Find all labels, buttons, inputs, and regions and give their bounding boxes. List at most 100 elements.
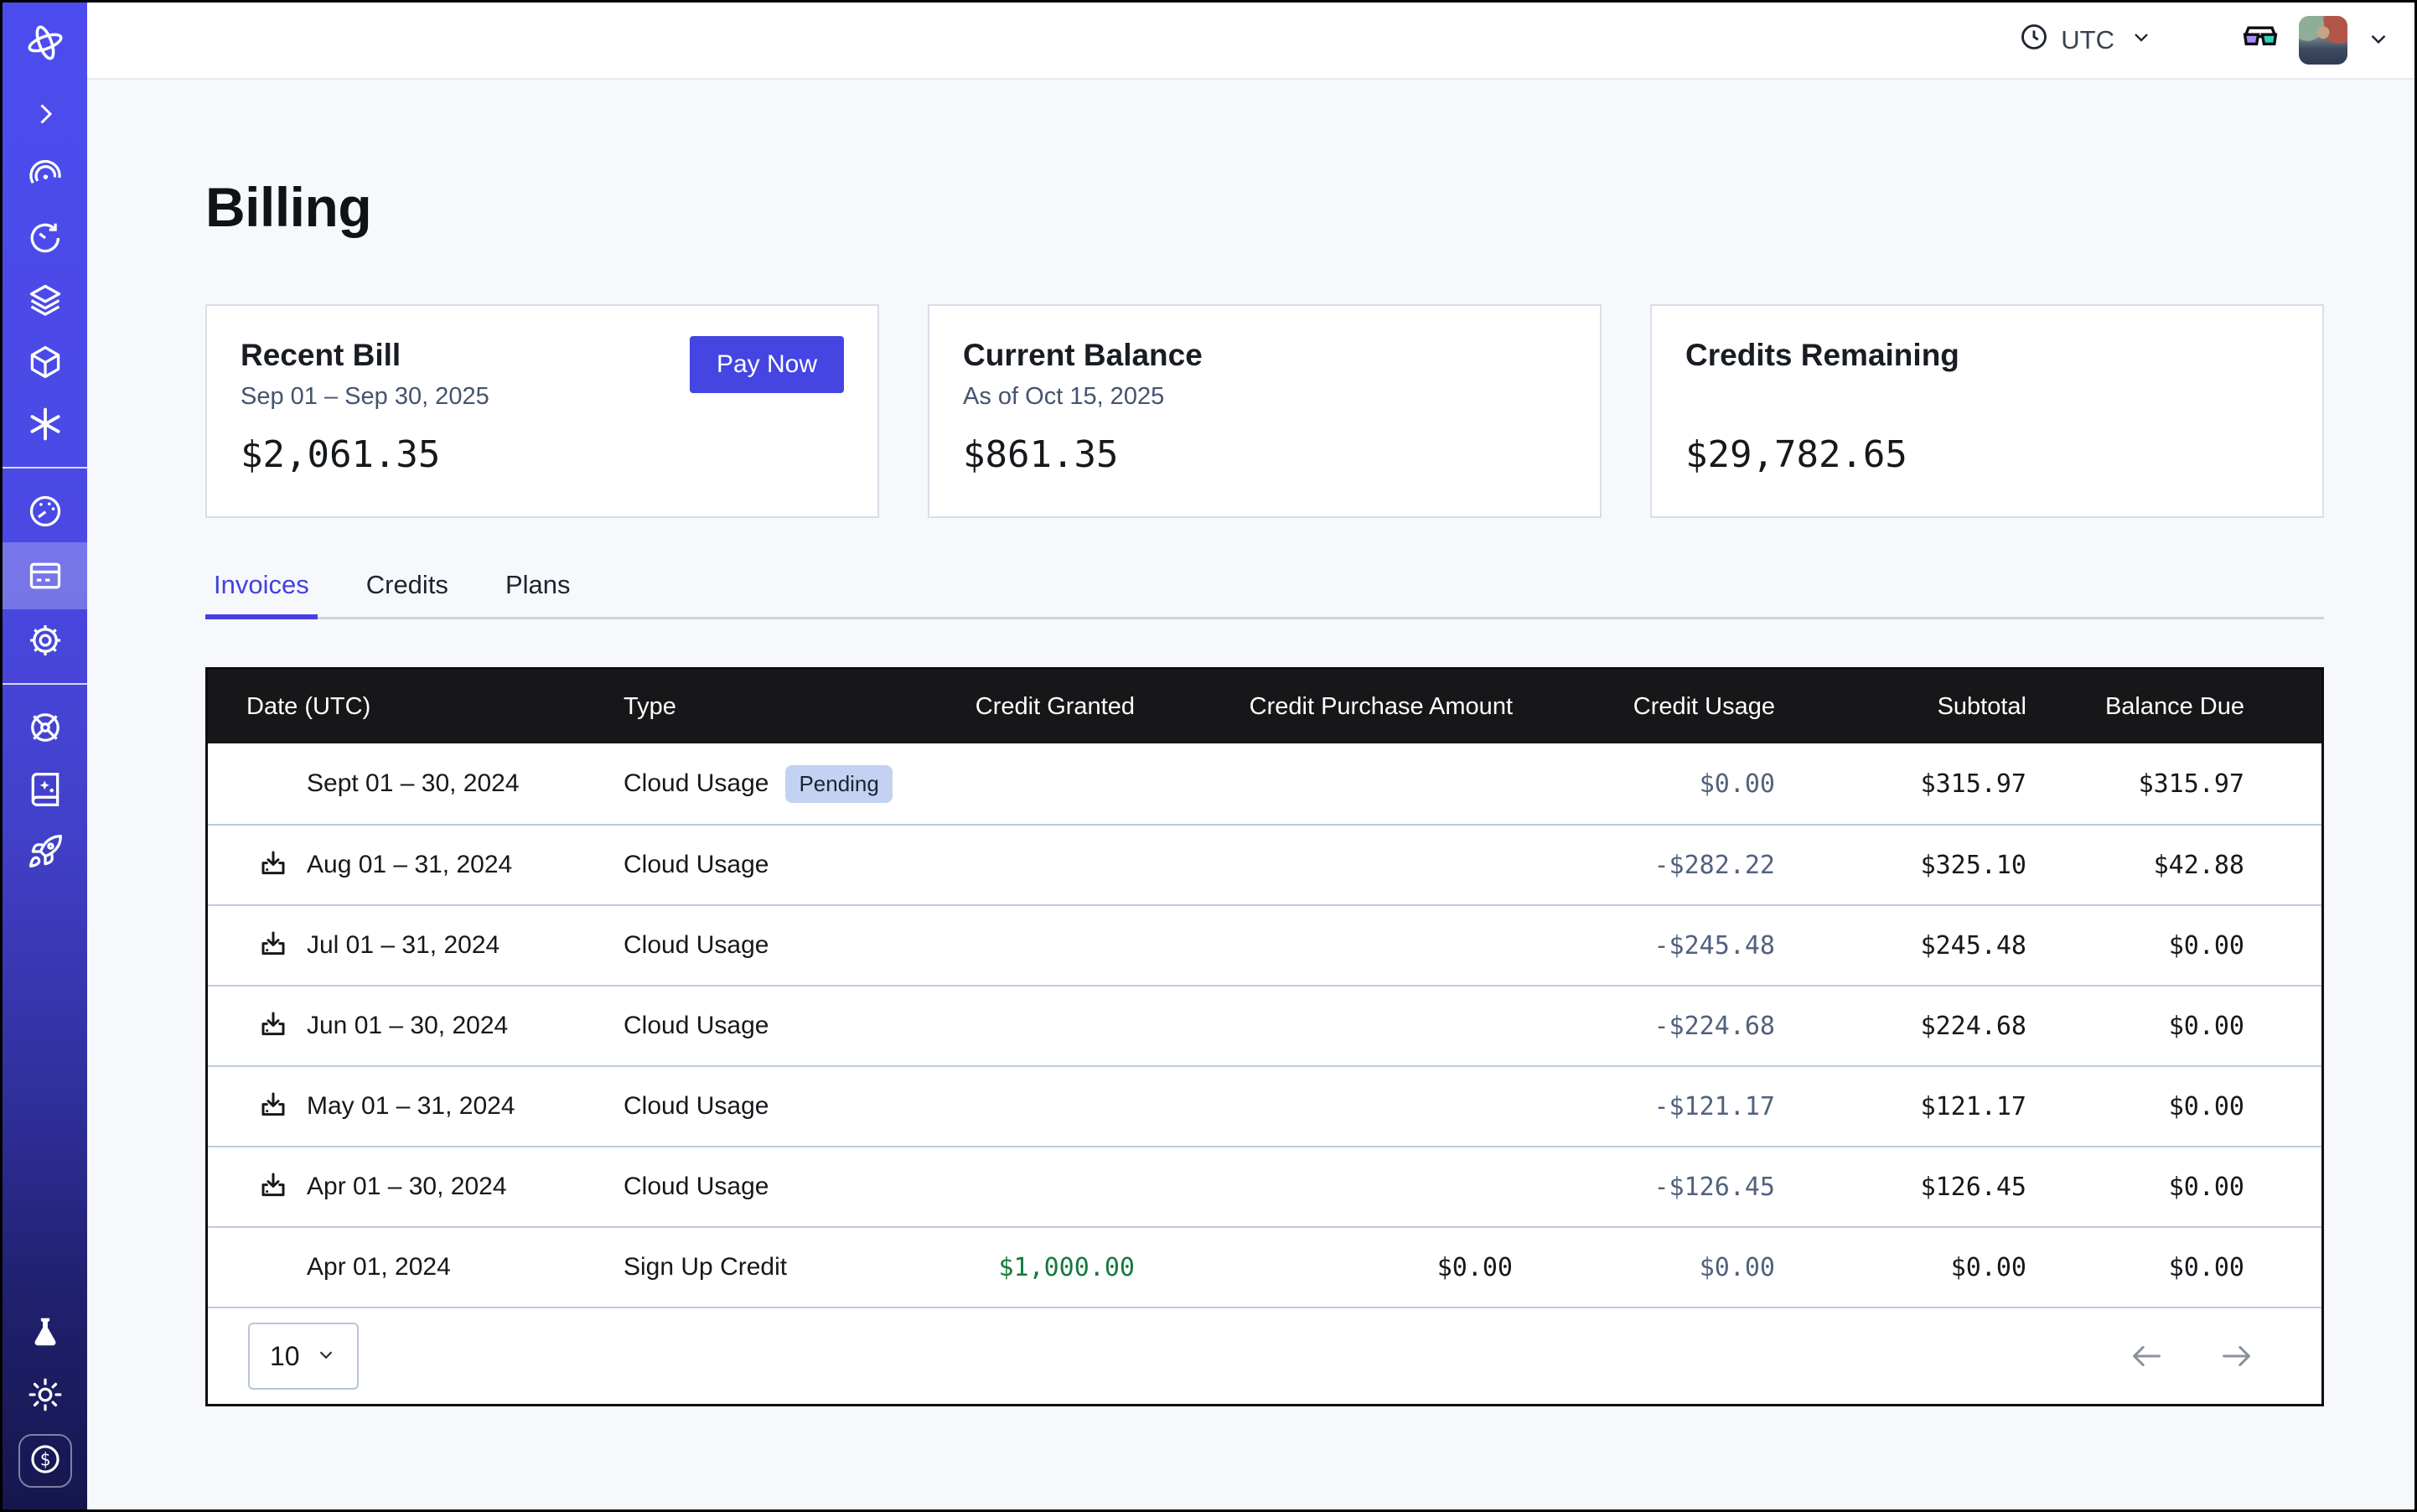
user-menu-chevron-icon[interactable] xyxy=(2366,26,2391,55)
invoice-type: Cloud Usage xyxy=(624,769,769,798)
invoice-date-cell: Apr 01 – 30, 2024 xyxy=(208,1168,624,1205)
download-invoice-button[interactable] xyxy=(255,1007,292,1044)
invoice-row: Jul 01 – 31, 2024 Cloud Usage -$245.48 $… xyxy=(208,904,2321,985)
card-amount: $29,782.65 xyxy=(1685,433,2289,476)
column-header-credit-granted: Credit Granted xyxy=(962,693,1135,721)
sidebar-item-gauge[interactable] xyxy=(3,480,87,542)
column-header-date: Date (UTC) xyxy=(208,693,624,721)
invoice-date: Apr 01, 2024 xyxy=(307,1253,451,1282)
invoice-date: Aug 01 – 31, 2024 xyxy=(307,851,512,879)
sidebar-item-experiments[interactable] xyxy=(3,1302,87,1364)
gear-icon xyxy=(27,622,64,659)
tab-credits[interactable]: Credits xyxy=(358,570,457,617)
timezone-selector[interactable]: UTC xyxy=(2019,22,2153,59)
sidebar-item-history[interactable] xyxy=(3,207,87,269)
asterisk-icon xyxy=(27,406,64,443)
chevron-down-icon xyxy=(2130,25,2153,55)
invoice-type-cell: Cloud Usage xyxy=(624,1012,962,1040)
billing-card-icon xyxy=(27,557,64,594)
glasses-button[interactable] xyxy=(2240,18,2280,63)
status-badge: Pending xyxy=(785,765,892,803)
download-invoice-button[interactable] xyxy=(255,927,292,964)
balance-due-value: $0.00 xyxy=(2026,1253,2321,1282)
page-size-value: 10 xyxy=(270,1341,300,1372)
invoice-type: Cloud Usage xyxy=(624,1012,769,1040)
credit-purchase-value: $0.00 xyxy=(1135,1253,1513,1282)
chevron-down-icon xyxy=(315,1341,337,1372)
download-invoice-button[interactable] xyxy=(255,1088,292,1125)
credit-usage-value: $0.00 xyxy=(1513,1253,1775,1282)
cube-icon xyxy=(27,344,64,381)
card-title: Current Balance xyxy=(963,338,1566,373)
invoice-row: Jun 01 – 30, 2024 Cloud Usage -$224.68 $… xyxy=(208,985,2321,1065)
invoice-row: Apr 01 – 30, 2024 Cloud Usage -$126.45 $… xyxy=(208,1146,2321,1226)
app-logo[interactable] xyxy=(3,3,87,83)
column-header-subtotal: Subtotal xyxy=(1775,693,2026,721)
balance-due-value: $0.00 xyxy=(2026,1173,2321,1202)
invoice-date-cell: Aug 01 – 31, 2024 xyxy=(208,847,624,883)
sidebar-item-billing[interactable] xyxy=(3,542,87,609)
main-content: Billing Recent Bill Sep 01 – Sep 30, 202… xyxy=(87,81,2414,1509)
table-header: Date (UTC) Type Credit Granted Credit Pu… xyxy=(208,670,2321,743)
theme-toggle[interactable] xyxy=(3,1364,87,1426)
book-sparkle-icon xyxy=(27,771,64,808)
sidebar-item-docs[interactable] xyxy=(3,759,87,821)
sidebar-item-cube[interactable] xyxy=(3,331,87,393)
tab-plans[interactable]: Plans xyxy=(497,570,579,617)
invoice-type-cell: Cloud Usage xyxy=(624,1173,962,1201)
invoice-date: May 01 – 31, 2024 xyxy=(307,1092,515,1121)
credit-usage-value: -$224.68 xyxy=(1513,1012,1775,1041)
credit-usage-value: -$121.17 xyxy=(1513,1092,1775,1121)
current-balance-card: Current Balance As of Oct 15, 2025 $861.… xyxy=(928,304,1602,518)
pay-now-button[interactable]: Pay Now xyxy=(690,336,844,393)
invoice-date: Sept 01 – 30, 2024 xyxy=(307,769,520,798)
balance-due-value: $0.00 xyxy=(2026,1092,2321,1121)
tab-invoices[interactable]: Invoices xyxy=(205,570,318,617)
balance-due-value: $0.00 xyxy=(2026,1012,2321,1041)
invoice-row: Sept 01 – 30, 2024 Cloud Usage Pending $… xyxy=(208,743,2321,824)
sidebar-item-rocket[interactable] xyxy=(3,821,87,883)
avatar[interactable] xyxy=(2299,16,2347,65)
credits-remaining-card: Credits Remaining $29,782.65 xyxy=(1650,304,2324,518)
sidebar-divider xyxy=(3,683,87,685)
sidebar-item-spiral[interactable] xyxy=(3,145,87,207)
sidebar-item-asterisk[interactable] xyxy=(3,393,87,455)
next-page-button[interactable] xyxy=(2218,1337,2256,1375)
download-invoice-button[interactable] xyxy=(255,1168,292,1205)
download-invoice-button[interactable] xyxy=(255,847,292,883)
invoice-row: May 01 – 31, 2024 Cloud Usage -$121.17 $… xyxy=(208,1065,2321,1146)
chevron-right-icon xyxy=(30,99,60,129)
column-header-type: Type xyxy=(624,693,962,721)
balance-due-value: $315.97 xyxy=(2026,769,2321,799)
invoice-type: Cloud Usage xyxy=(624,1173,769,1201)
sun-icon xyxy=(27,1376,64,1413)
sidebar-item-layers[interactable] xyxy=(3,269,87,331)
sidebar-item-settings[interactable] xyxy=(3,609,87,671)
card-subtitle: As of Oct 15, 2025 xyxy=(963,383,1566,412)
credit-usage-value: $0.00 xyxy=(1513,769,1775,799)
sidebar: $ xyxy=(3,3,87,1509)
invoice-date-cell: May 01 – 31, 2024 xyxy=(208,1088,624,1125)
invoice-date: Jul 01 – 31, 2024 xyxy=(307,931,499,960)
subtotal-value: $245.48 xyxy=(1775,931,2026,961)
clock-icon xyxy=(2019,22,2049,59)
subtotal-value: $325.10 xyxy=(1775,851,2026,880)
invoice-type: Cloud Usage xyxy=(624,931,769,960)
invoice-date-cell: Sept 01 – 30, 2024 xyxy=(208,765,624,802)
gauge-icon xyxy=(27,493,64,530)
invoice-row: Apr 01, 2024 Sign Up Credit $1,000.00 $0… xyxy=(208,1226,2321,1307)
glasses-icon xyxy=(2240,18,2280,63)
subtotal-value: $315.97 xyxy=(1775,769,2026,799)
card-subtitle xyxy=(1685,383,2289,412)
rocket-icon xyxy=(27,833,64,870)
previous-page-button[interactable] xyxy=(2127,1337,2166,1375)
page-size-select[interactable]: 10 xyxy=(248,1323,359,1390)
invoice-type-cell: Cloud Usage Pending xyxy=(624,765,962,803)
summary-cards: Recent Bill Sep 01 – Sep 30, 2025 $2,061… xyxy=(205,304,2324,518)
sidebar-item-wheel[interactable] xyxy=(3,696,87,759)
table-body: Sept 01 – 30, 2024 Cloud Usage Pending $… xyxy=(208,743,2321,1307)
credits-button[interactable]: $ xyxy=(18,1434,72,1488)
sidebar-expand-button[interactable] xyxy=(3,83,87,145)
invoice-type-cell: Cloud Usage xyxy=(624,1092,962,1121)
table-footer: 10 xyxy=(208,1307,2321,1404)
